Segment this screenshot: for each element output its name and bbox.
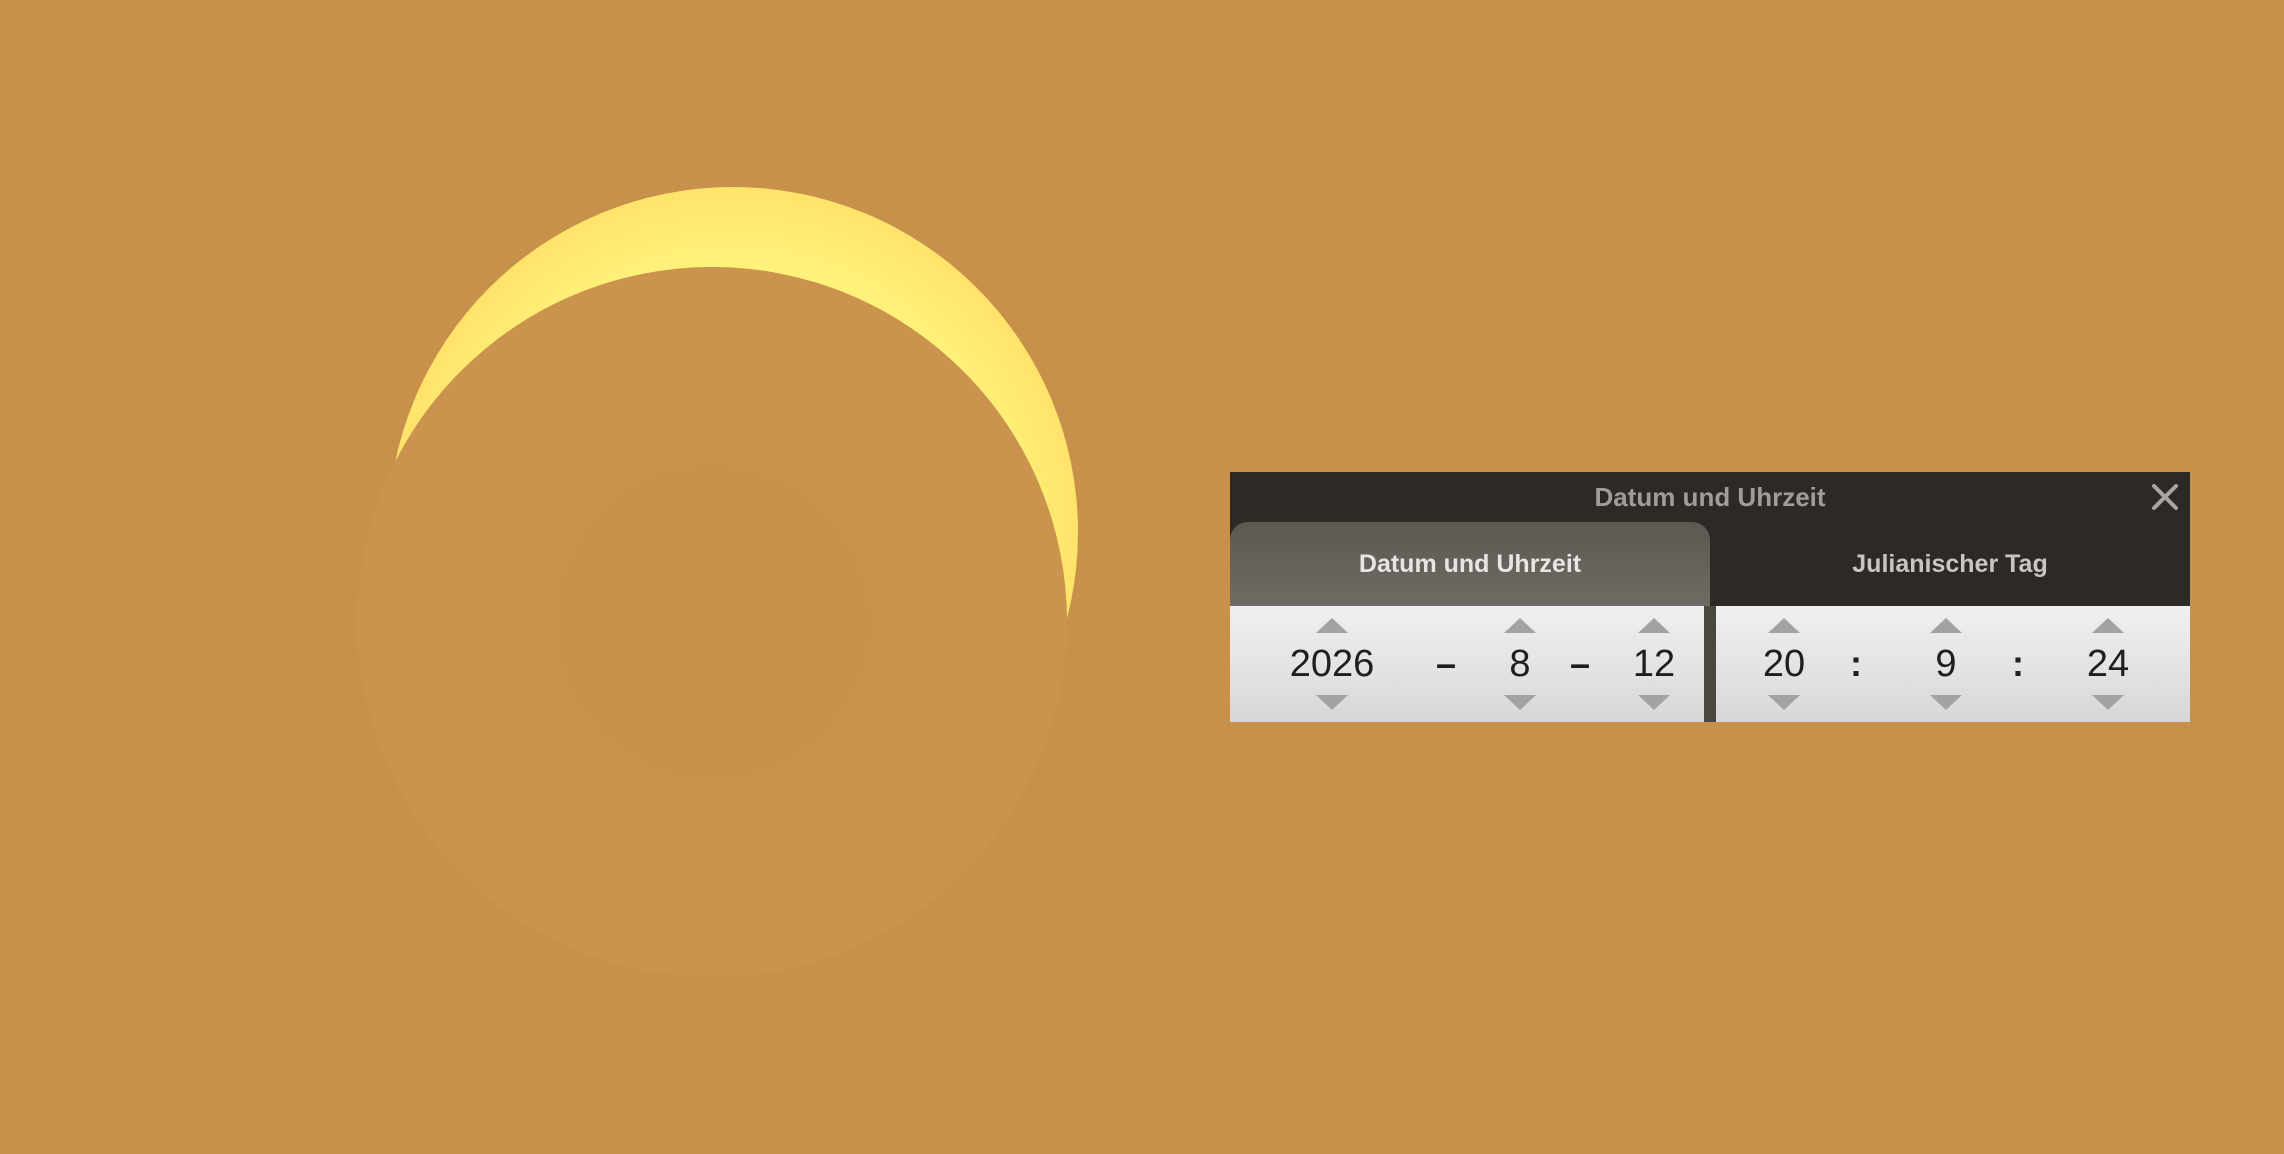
day-field[interactable]: 12 [1614,640,1694,688]
minute-down-arrow-icon[interactable] [1930,695,1962,710]
second-up-arrow-icon[interactable] [2092,618,2124,633]
date-panel: 2026 – 8 – 12 [1230,606,1704,722]
year-down-arrow-icon[interactable] [1316,695,1348,710]
date-separator: – [1435,643,1457,684]
minute-field[interactable]: 9 [1906,640,1986,688]
time-separator: : [2012,643,2024,684]
second-field[interactable]: 24 [2068,640,2148,688]
moon-disc [357,267,1067,977]
month-up-arrow-icon[interactable] [1504,618,1536,633]
panel-divider [1704,606,1716,722]
hour-spinner: 20 [1744,606,1824,722]
day-spinner: 12 [1614,606,1694,722]
year-up-arrow-icon[interactable] [1316,618,1348,633]
second-down-arrow-icon[interactable] [2092,695,2124,710]
minute-up-arrow-icon[interactable] [1930,618,1962,633]
tab-julianischer-tag[interactable]: Julianischer Tag [1710,522,2190,606]
dialog-title: Datum und Uhrzeit [1594,482,1826,512]
date-separator: – [1569,643,1591,684]
hour-field[interactable]: 20 [1744,640,1824,688]
month-spinner: 8 [1480,606,1560,722]
month-field[interactable]: 8 [1480,640,1560,688]
month-down-arrow-icon[interactable] [1504,695,1536,710]
close-button[interactable] [2148,480,2182,514]
year-spinner: 2026 [1280,606,1384,722]
second-spinner: 24 [2068,606,2148,722]
hour-down-arrow-icon[interactable] [1768,695,1800,710]
year-field[interactable]: 2026 [1280,640,1384,688]
time-panel: 20 : 9 : 24 [1716,606,2190,722]
minute-spinner: 9 [1906,606,1986,722]
date-time-dialog[interactable]: Datum und Uhrzeit Datum und Uhrzeit Juli… [1230,472,2190,722]
time-separator: : [1850,643,1862,684]
hour-up-arrow-icon[interactable] [1768,618,1800,633]
day-up-arrow-icon[interactable] [1638,618,1670,633]
close-icon [2152,484,2178,510]
day-down-arrow-icon[interactable] [1638,695,1670,710]
tab-datum-und-uhrzeit[interactable]: Datum und Uhrzeit [1230,522,1710,606]
